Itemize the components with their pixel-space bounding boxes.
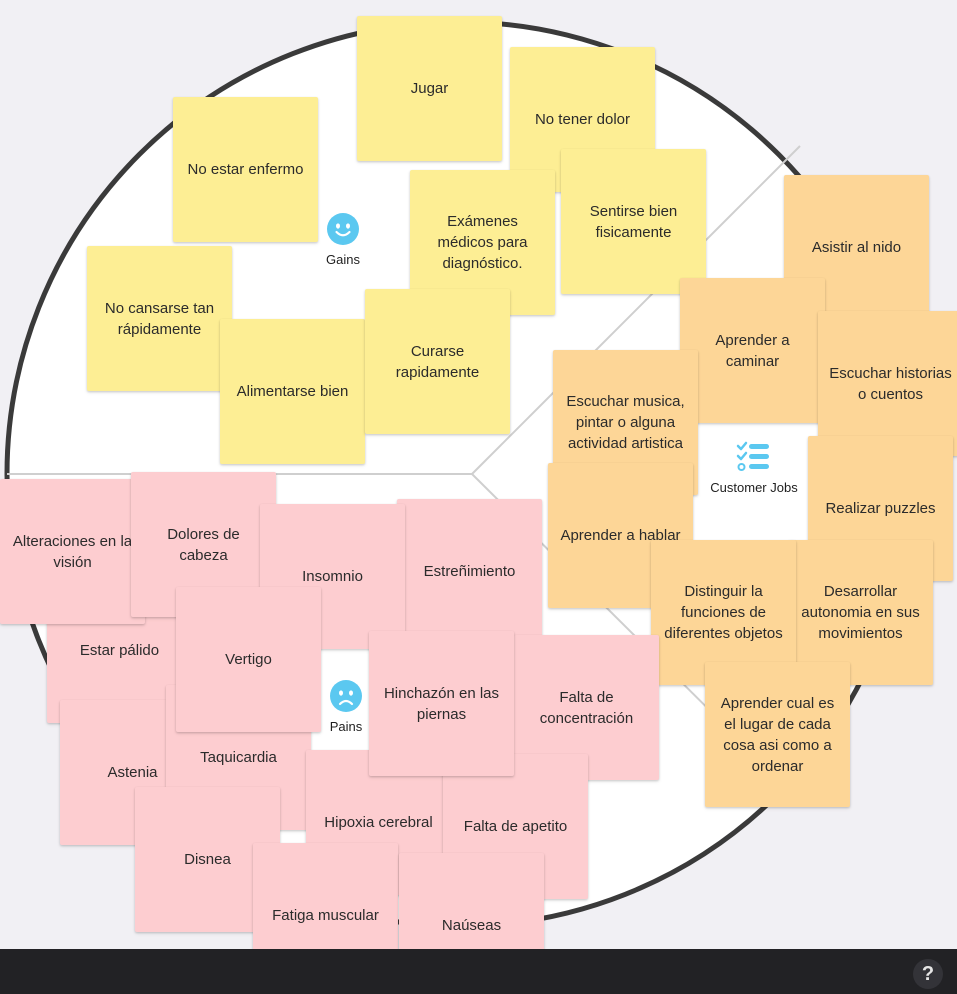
job-note[interactable]: Aprender a caminar <box>680 278 825 423</box>
gains-label: Gains <box>326 212 360 267</box>
gain-note[interactable]: No cansarse tan rápidamente <box>87 246 232 391</box>
customer-jobs-label: Customer Jobs <box>704 440 804 495</box>
note-text: Escuchar historias o cuentos <box>829 364 952 403</box>
pain-note[interactable]: Alteraciones en la visión <box>0 479 145 624</box>
note-text: Escuchar musica, pintar o alguna activid… <box>566 393 685 452</box>
help-button[interactable]: ? <box>913 959 943 989</box>
note-text: Vertigo <box>225 651 272 668</box>
note-text: Dolores de cabeza <box>167 525 240 564</box>
note-text: Jugar <box>410 80 449 97</box>
gain-note[interactable]: Curarse rapidamente <box>365 289 510 434</box>
pain-note[interactable]: Vertigo <box>176 587 321 732</box>
note-text: No cansarse tan rápidamente <box>104 299 215 338</box>
note-text: No tener dolor <box>534 111 631 128</box>
pain-note[interactable]: Hinchazón en las piernas <box>369 631 514 776</box>
note-text: Estar pálido <box>79 642 160 659</box>
note-text: Hipoxia cerebral <box>324 814 433 831</box>
pain-note[interactable]: Estreñimiento <box>397 499 542 644</box>
gain-note[interactable]: Jugar <box>357 16 502 161</box>
note-text: Insomnio <box>302 568 363 585</box>
note-text: Realizar puzzles <box>825 500 936 517</box>
note-text: Aprender a caminar <box>715 331 790 370</box>
smile-icon <box>327 213 359 245</box>
note-text: Desarrollar autonomia en sus movimientos <box>801 583 920 642</box>
note-text: Asistir al nido <box>811 239 902 256</box>
note-text: Disnea <box>184 851 231 868</box>
gains-label-text: Gains <box>326 252 360 267</box>
note-text: Falta de concentración <box>539 688 634 727</box>
note-text: Distinguir la funciones de diferentes ob… <box>664 583 783 642</box>
note-text: Curarse rapidamente <box>395 342 480 381</box>
note-text: Falta de apetito <box>463 818 568 835</box>
note-text: Alimentarse bien <box>236 383 349 400</box>
note-text: Astenia <box>107 764 158 781</box>
gain-note[interactable]: Alimentarse bien <box>220 319 365 464</box>
note-text: Estreñimiento <box>423 563 516 580</box>
help-icon: ? <box>921 962 935 985</box>
customer-jobs-label-text: Customer Jobs <box>710 480 798 495</box>
gain-note[interactable]: No estar enfermo <box>173 97 318 242</box>
note-text: Naúseas <box>441 917 502 934</box>
note-text: Sentirse bien fisicamente <box>589 202 678 241</box>
job-note[interactable]: Aprender cual es el lugar de cada cosa a… <box>705 662 850 807</box>
job-note[interactable]: Escuchar historias o cuentos <box>818 311 957 456</box>
note-text: No estar enfermo <box>187 161 304 178</box>
note-text: Exámenes médicos para diagnóstico. <box>437 213 528 272</box>
bottom-toolbar: ? <box>0 949 957 994</box>
note-text: Hinchazón en las piernas <box>383 684 500 723</box>
gain-note[interactable]: Sentirse bien fisicamente <box>561 149 706 294</box>
note-text: Alteraciones en la visión <box>12 532 133 571</box>
pains-label: Pains <box>326 679 366 734</box>
note-text: Aprender cual es el lugar de cada cosa a… <box>720 694 835 775</box>
sad-face-icon <box>330 680 362 712</box>
checklist-icon <box>736 441 769 471</box>
note-text: Fatiga muscular <box>272 907 379 924</box>
note-text: Taquicardia <box>200 749 277 766</box>
canvas-board[interactable]: Jugar No tener dolor No estar enfermo Ex… <box>0 0 957 994</box>
pains-label-text: Pains <box>329 719 363 734</box>
